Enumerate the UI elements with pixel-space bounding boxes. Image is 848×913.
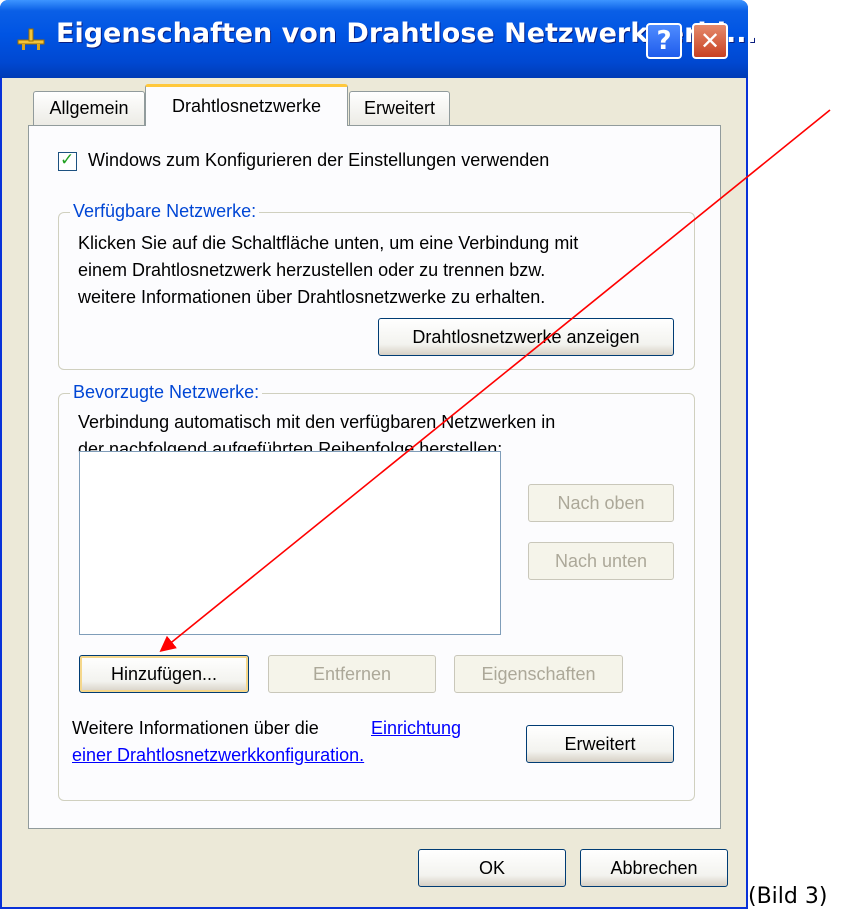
network-connection-icon [17,28,45,50]
remove-button[interactable]: Entfernen [268,655,436,693]
configure-checkbox-label[interactable]: Windows zum Konfigurieren der Einstellun… [88,150,549,171]
tab-erweitert[interactable]: Erweitert [349,91,450,125]
advanced-button[interactable]: Erweitert [526,725,674,763]
move-up-button[interactable]: Nach oben [528,484,674,522]
available-desc-line2: einem Drahtlosnetzwerk herzustellen oder… [78,260,546,280]
available-desc-line1: Klicken Sie auf die Schaltfläche unten, … [78,233,579,253]
close-button[interactable]: ✕ [692,23,728,59]
setup-link-part2[interactable]: einer Drahtlosnetzwerkkonfiguration. [72,745,364,766]
configure-checkbox[interactable]: ✓ [58,150,77,171]
setup-link-part1[interactable]: Einrichtung [371,718,461,739]
available-networks-legend: Verfügbare Netzwerke: [70,201,260,222]
properties-button[interactable]: Eigenschaften [454,655,623,693]
add-button[interactable]: Hinzufügen... [79,655,249,693]
ok-button[interactable]: OK [418,849,566,887]
close-icon: ✕ [699,27,721,55]
preferred-networks-list[interactable] [79,451,501,635]
help-button[interactable]: ? [646,23,682,59]
preferred-desc-line1: Verbindung automatisch mit den verfügbar… [78,412,556,432]
image-caption: (Bild 3) [748,884,828,909]
help-icon: ? [656,26,672,56]
info-text: Weitere Informationen über die [72,718,319,738]
checkmark-icon: ✓ [60,150,75,170]
cancel-button[interactable]: Abbrechen [580,849,728,887]
preferred-networks-legend: Bevorzugte Netzwerke: [70,382,263,403]
move-down-button[interactable]: Nach unten [528,542,674,580]
title-bar[interactable]: Eigenschaften von Drahtlose Netzwerkverb… [0,0,757,78]
available-desc-line3: weitere Informationen über Drahtlosnetzw… [78,287,546,307]
tab-allgemein[interactable]: Allgemein [33,91,145,125]
show-wireless-networks-button[interactable]: Drahtlosnetzwerke anzeigen [378,318,674,356]
tab-drahtlosnetzwerke[interactable]: Drahtlosnetzwerke [145,84,348,126]
